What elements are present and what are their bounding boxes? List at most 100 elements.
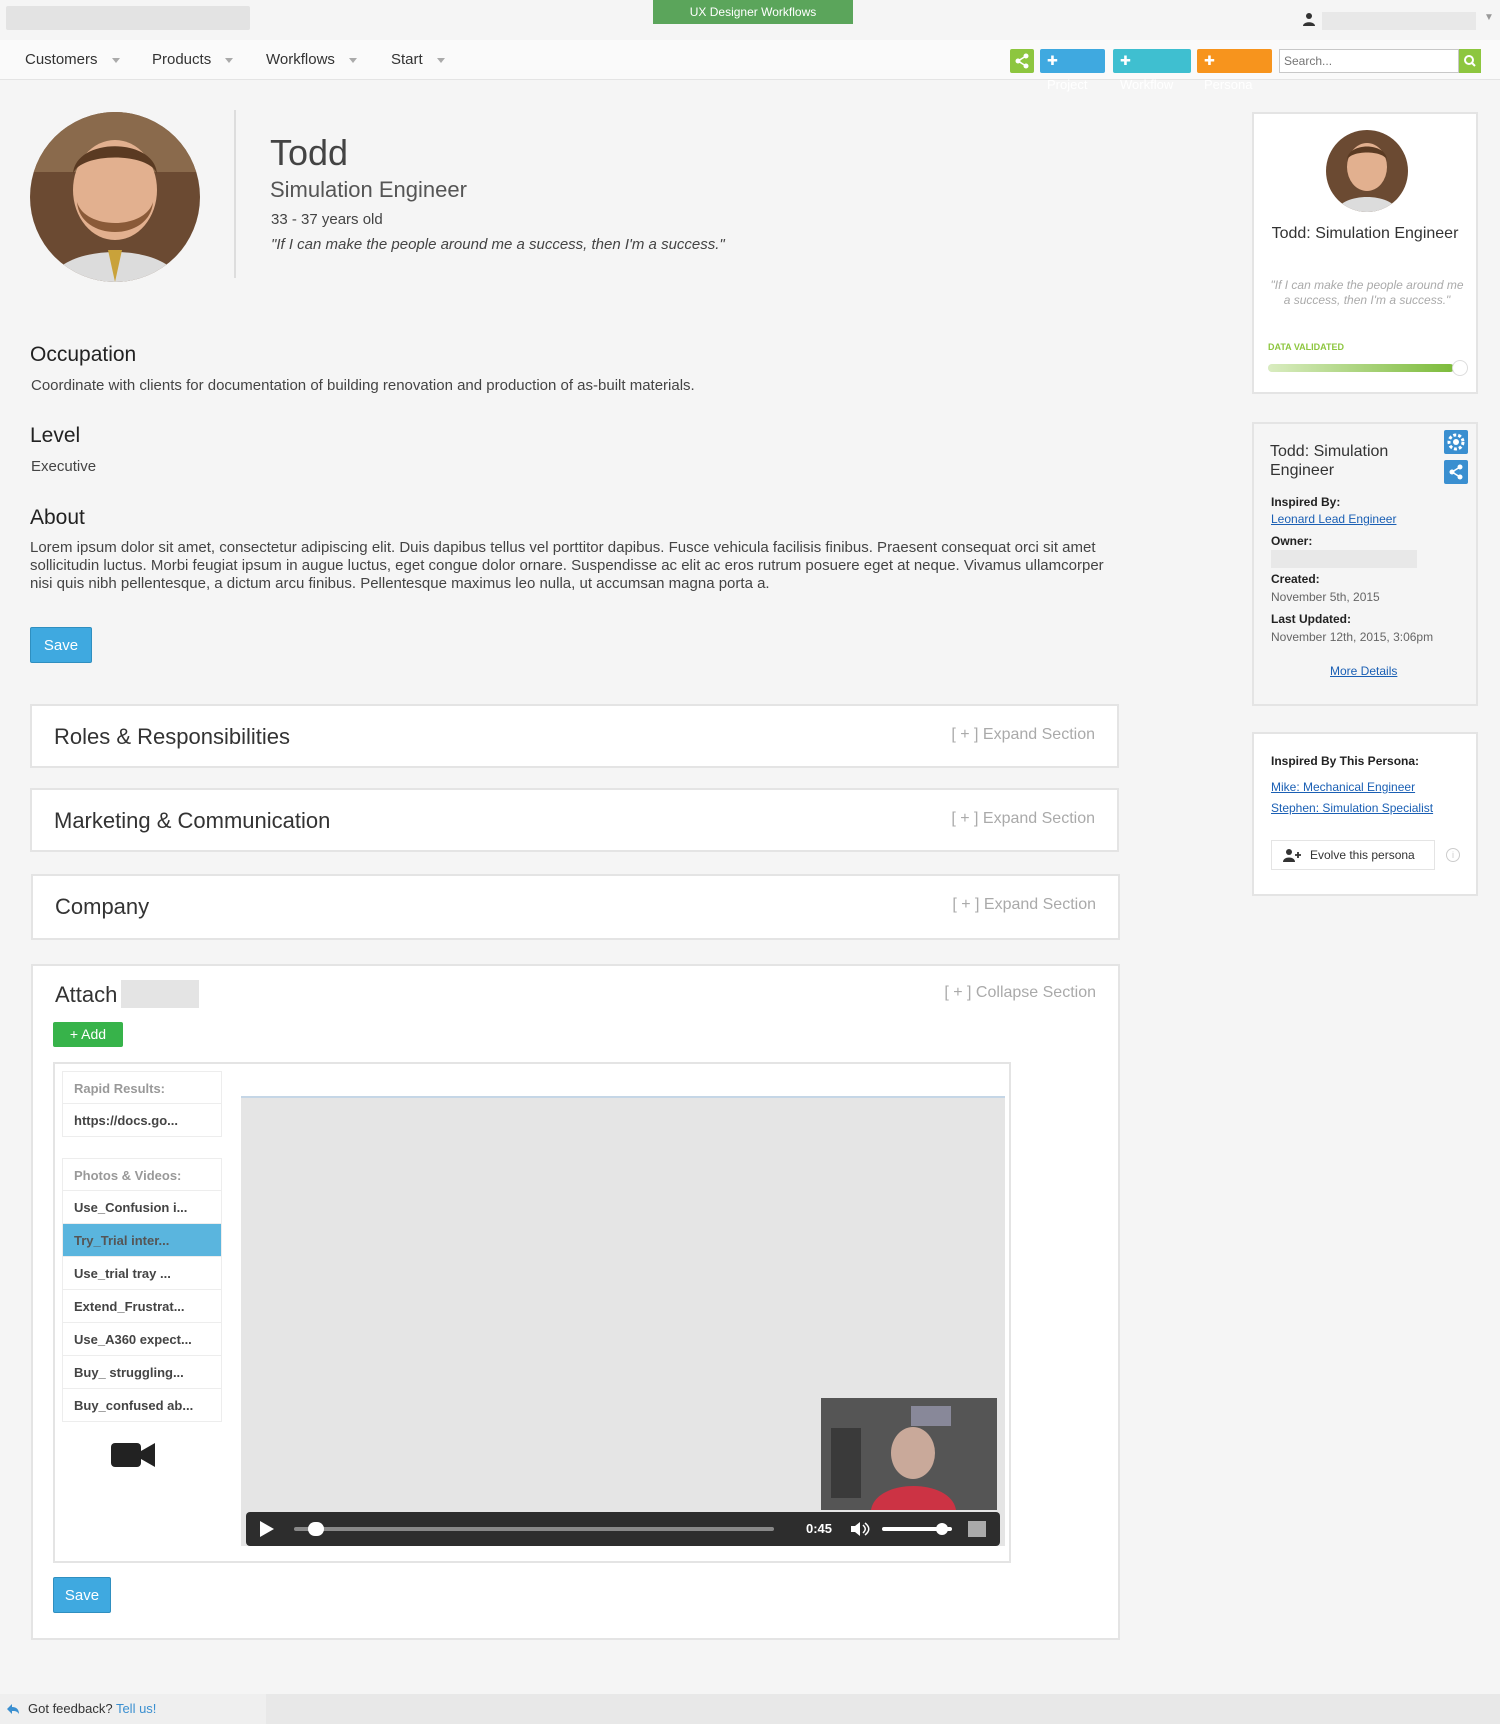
persona-label: Persona: [1204, 77, 1253, 92]
list-item[interactable]: Use_A360 expect...: [62, 1323, 222, 1356]
save-button[interactable]: Save: [30, 627, 92, 663]
expand-section-link[interactable]: [ + ] Expand Section: [951, 810, 1095, 828]
inspired-persona-link[interactable]: Mike: Mechanical Engineer: [1271, 780, 1415, 794]
card-title: Todd: Simulation Engineer: [1271, 225, 1459, 242]
persona-photo: [30, 112, 200, 282]
inspired-by-label: Inspired By:: [1271, 495, 1341, 509]
nav-item-workflows[interactable]: Workflows: [266, 40, 357, 80]
level-text: Executive: [31, 458, 97, 475]
divider: [234, 110, 236, 278]
more-details-link[interactable]: More Details: [1330, 664, 1397, 678]
settings-button[interactable]: [1444, 430, 1468, 454]
avatar: [30, 112, 200, 282]
footer-bar: [266, 1694, 1500, 1724]
data-validated-label: DATA VALIDATED: [1268, 342, 1344, 352]
video-player[interactable]: 0:45: [241, 1096, 1005, 1546]
seek-handle[interactable]: [308, 1522, 324, 1536]
list-item[interactable]: Buy_confused ab...: [62, 1389, 222, 1422]
last-updated-label: Last Updated:: [1271, 612, 1352, 626]
nav-item-products[interactable]: Products: [152, 40, 234, 80]
share-icon: [1015, 53, 1029, 69]
list-item[interactable]: Use_Confusion i...: [62, 1191, 222, 1224]
chevron-down-icon: [111, 57, 120, 63]
volume-icon[interactable]: [849, 1520, 871, 1538]
share-icon: [1449, 464, 1463, 480]
last-updated-value: November 12th, 2015, 3:06pm: [1271, 630, 1434, 644]
chevron-down-icon: [225, 57, 234, 63]
created-value: November 5th, 2015: [1271, 590, 1380, 604]
about-text: Lorem ipsum dolor sit amet, consectetur …: [30, 539, 1104, 592]
marketing-panel[interactable]: Marketing & Communication [ + ] Expand S…: [30, 788, 1119, 852]
persona-photo-small: [1326, 130, 1408, 212]
collapse-section-link[interactable]: [ + ] Collapse Section: [944, 984, 1096, 1002]
chevron-down-icon[interactable]: ▼: [1484, 12, 1494, 23]
panel-title: Marketing & Communication: [54, 808, 331, 833]
nav-label: Start: [391, 51, 423, 68]
persona-age: 33 - 37 years old: [271, 211, 383, 228]
add-persona-button[interactable]: ✚ Persona: [1197, 49, 1272, 92]
persona-summary-card: Todd: Simulation Engineer "If I can make…: [1252, 112, 1478, 394]
info-icon[interactable]: i: [1446, 848, 1460, 862]
share-button[interactable]: [1010, 49, 1034, 73]
add-workflow-button[interactable]: ✚ Workflow: [1113, 49, 1191, 92]
about-heading: About: [30, 506, 85, 529]
gear-icon: [1447, 433, 1465, 451]
evolve-persona-button[interactable]: Evolve this persona: [1271, 840, 1435, 870]
occupation-heading: Occupation: [30, 343, 137, 366]
company-panel[interactable]: Company [ + ] Expand Section: [31, 874, 1120, 940]
add-project-button[interactable]: ✚ Project: [1040, 49, 1105, 92]
fullscreen-icon[interactable]: [968, 1521, 986, 1537]
owner-label: Owner:: [1271, 534, 1313, 548]
app-tab[interactable]: UX Designer Workflows: [653, 0, 853, 24]
list-item[interactable]: https://docs.go...: [62, 1104, 222, 1137]
play-icon[interactable]: [260, 1521, 274, 1537]
list-item[interactable]: Use_trial tray ...: [62, 1257, 222, 1290]
photos-videos-heading: Photos & Videos:: [62, 1158, 222, 1191]
search-button[interactable]: [1459, 49, 1481, 73]
chevron-down-icon: [348, 57, 357, 63]
feedback-text: Got feedback?: [28, 1701, 113, 1716]
search-input[interactable]: [1279, 49, 1459, 73]
card-quote: "If I can make the people around me a su…: [1270, 278, 1464, 307]
workflow-label: Workflow: [1120, 77, 1174, 92]
list-item[interactable]: Buy_ struggling...: [62, 1356, 222, 1389]
card-title: Todd: Simulation Engineer: [1270, 443, 1389, 479]
persona-title: Simulation Engineer: [270, 177, 467, 202]
owner-placeholder: [1271, 550, 1417, 568]
feedback-link[interactable]: Tell us!: [116, 1701, 156, 1716]
attachments-panel: Attach [ + ] Collapse Section + Add Rapi…: [31, 964, 1120, 1640]
add-user-icon: [1283, 849, 1301, 862]
save-button[interactable]: Save: [53, 1577, 111, 1613]
user-name-placeholder[interactable]: [1322, 12, 1476, 30]
nav-label: Workflows: [266, 51, 335, 68]
avatar: [1326, 130, 1408, 212]
feedback-icon: [7, 1704, 19, 1714]
nav-label: Customers: [25, 51, 98, 68]
inspired-by-link[interactable]: Leonard Lead Engineer: [1271, 512, 1396, 526]
occupation-text: Coordinate with clients for documentatio…: [31, 377, 695, 394]
expand-section-link[interactable]: [ + ] Expand Section: [952, 896, 1096, 914]
validation-handle[interactable]: [1452, 360, 1468, 376]
nav-item-customers[interactable]: Customers: [25, 40, 120, 80]
inspired-persona-link[interactable]: Stephen: Simulation Specialist: [1271, 801, 1433, 815]
list-item[interactable]: Extend_Frustrat...: [62, 1290, 222, 1323]
share-button[interactable]: [1444, 460, 1468, 484]
seek-bar[interactable]: [294, 1527, 774, 1531]
add-attachment-button[interactable]: + Add: [53, 1022, 123, 1047]
nav-item-start[interactable]: Start: [391, 40, 445, 80]
expand-section-link[interactable]: [ + ] Expand Section: [951, 726, 1095, 744]
video-time: 0:45: [806, 1521, 833, 1536]
title-placeholder: [121, 980, 199, 1008]
roles-panel[interactable]: Roles & Responsibilities [ + ] Expand Se…: [30, 704, 1119, 768]
webcam-thumbnail: [821, 1398, 997, 1510]
logo-placeholder: [6, 6, 250, 30]
nav-bar: Customers Products Workflows Start ✚ Pro…: [0, 40, 1500, 92]
feedback-footer: Got feedback? Tell us!: [0, 1694, 266, 1724]
user-icon[interactable]: [1302, 12, 1316, 26]
list-item-selected[interactable]: Try_Trial inter...: [62, 1224, 222, 1257]
validation-bar-fill: [1268, 364, 1454, 372]
chevron-down-icon: [436, 57, 445, 63]
inspired-personas-card: Inspired By This Persona: Mike: Mechanic…: [1252, 732, 1478, 896]
volume-handle[interactable]: [936, 1523, 948, 1535]
nav-label: Products: [152, 51, 212, 68]
